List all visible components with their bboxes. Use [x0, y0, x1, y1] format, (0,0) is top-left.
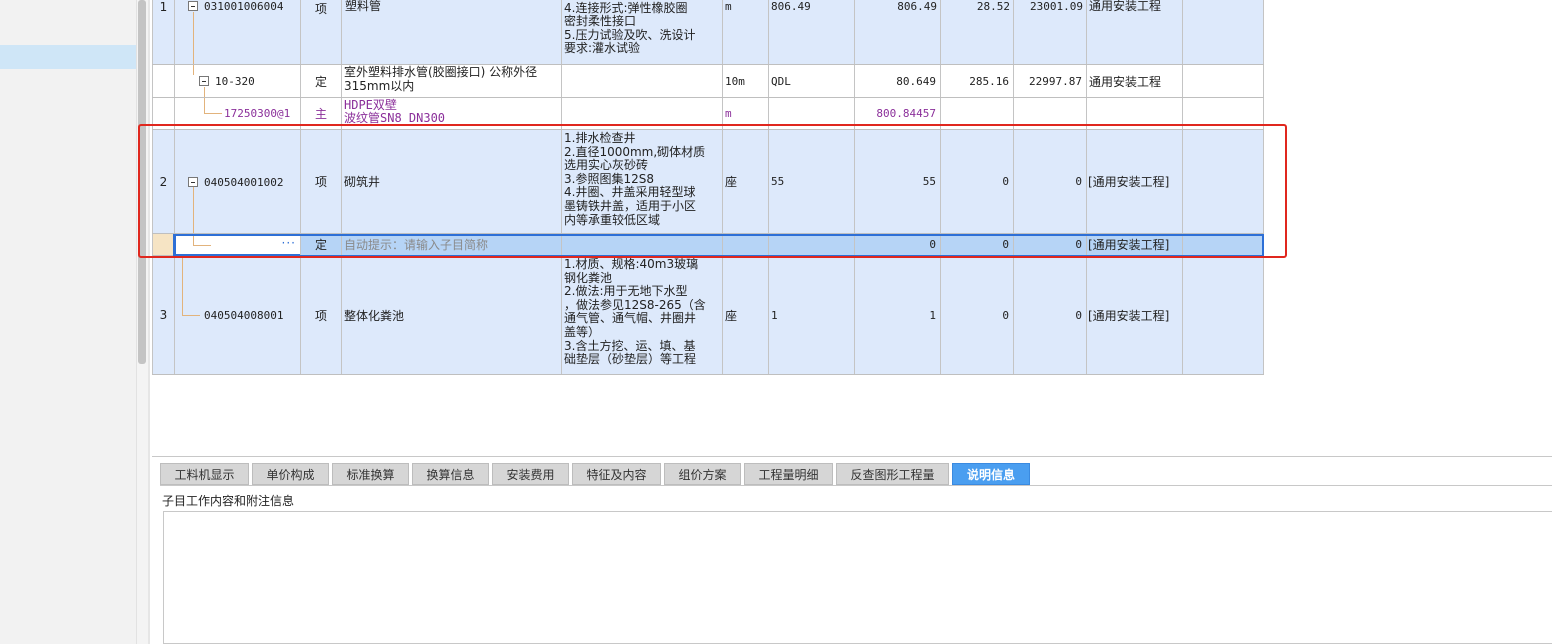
cell-discipline[interactable]: [通用安装工程]	[1086, 256, 1182, 374]
cell-unit-price: 28.52	[940, 0, 1013, 64]
cell-name[interactable]: 塑料管	[341, 0, 561, 64]
item-code: 040504008001	[204, 309, 284, 322]
collapse-icon[interactable]	[188, 1, 198, 11]
cell-total: 23001.09	[1013, 0, 1086, 64]
tree-line	[182, 256, 183, 315]
highlight-annotation-box	[138, 124, 1287, 258]
table-row[interactable]: 1 031001006004 项 塑料管 设铁管DN8 DN300 4.连接形式…	[152, 0, 1264, 65]
cell-code[interactable]: 10-320	[174, 65, 300, 97]
cell-extra[interactable]	[1182, 256, 1264, 374]
cell-unit[interactable]: m	[722, 0, 768, 64]
tab-description-info[interactable]: 说明信息	[952, 463, 1030, 485]
cell-no	[152, 65, 174, 97]
bottom-panel-separator[interactable]	[152, 456, 1552, 457]
cell-type: 项	[300, 256, 341, 374]
collapse-icon[interactable]	[199, 76, 209, 86]
tab-standard-conversion[interactable]: 标准换算	[332, 463, 409, 485]
item-code: 17250300@1	[224, 107, 291, 120]
panel-divider[interactable]	[148, 0, 150, 644]
cell-features[interactable]	[561, 65, 722, 97]
cell-type: 定	[300, 65, 341, 97]
cell-total: 0	[1013, 256, 1086, 374]
table-row[interactable]: 3 040504008001 项 整体化粪池 1.材质、规格:40m3玻璃 钢化…	[152, 256, 1264, 375]
cell-extra[interactable]	[1182, 65, 1264, 97]
cell-qty: 806.49	[854, 0, 940, 64]
cell-features[interactable]: 1.材质、规格:40m3玻璃 钢化粪池 2.做法:用于无地下水型 ，做法参见12…	[561, 256, 722, 374]
item-code: 10-320	[215, 75, 255, 88]
cell-total: 22997.87	[1013, 65, 1086, 97]
cell-unit-price: 285.16	[940, 65, 1013, 97]
cell-extra[interactable]	[1182, 0, 1264, 64]
tab-reverse-graphic-quantity[interactable]: 反查图形工程量	[836, 463, 949, 485]
cell-code[interactable]: 040504008001	[174, 256, 300, 374]
tab-installation-cost[interactable]: 安装费用	[492, 463, 569, 485]
cell-unit-price: 0	[940, 256, 1013, 374]
cell-type: 项	[300, 0, 341, 64]
tree-line	[204, 98, 205, 113]
tab-underline	[160, 485, 1552, 486]
cell-name[interactable]: 整体化粪池	[341, 256, 561, 374]
cell-qty-expr[interactable]: QDL	[768, 65, 854, 97]
tab-unit-price-composition[interactable]: 单价构成	[252, 463, 329, 485]
cell-qty: 80.649	[854, 65, 940, 97]
cell-name[interactable]: 室外塑料排水管(胶圈接口) 公称外径 315mm以内	[341, 65, 561, 97]
tab-conversion-info[interactable]: 换算信息	[412, 463, 489, 485]
tab-labor-material-machine[interactable]: 工料机显示	[160, 463, 249, 485]
item-code: 031001006004	[204, 0, 284, 13]
cell-no: 1	[152, 0, 174, 64]
tree-line	[204, 87, 205, 97]
info-textarea[interactable]	[163, 511, 1552, 644]
cell-qty: 1	[854, 256, 940, 374]
cell-unit[interactable]: 10m	[722, 65, 768, 97]
cell-features[interactable]: 设铁管DN8 DN300 4.连接形式:弹性橡胶圈 密封柔性接口 5.压力试验及…	[561, 0, 722, 64]
tree-line	[193, 65, 194, 75]
tree-line	[182, 315, 200, 316]
tab-features-content[interactable]: 特征及内容	[572, 463, 661, 485]
cell-no: 3	[152, 256, 174, 374]
cell-code[interactable]: 031001006004	[174, 0, 300, 64]
tab-quantity-detail[interactable]: 工程量明细	[744, 463, 833, 485]
cell-qty-expr[interactable]: 1	[768, 256, 854, 374]
tree-line	[204, 113, 222, 114]
cell-qty-expr[interactable]: 806.49	[768, 0, 854, 64]
left-panel-selected-item[interactable]	[0, 45, 136, 69]
cell-discipline[interactable]: 通用安装工程	[1086, 0, 1182, 64]
tree-line	[193, 12, 194, 64]
cell-unit[interactable]: 座	[722, 256, 768, 374]
tab-pricing-plan[interactable]: 组价方案	[664, 463, 741, 485]
left-panel	[0, 0, 136, 644]
info-section-title: 子目工作内容和附注信息	[162, 494, 295, 508]
table-row[interactable]: 10-320 定 室外塑料排水管(胶圈接口) 公称外径 315mm以内 10m …	[152, 65, 1264, 98]
cell-discipline[interactable]: 通用安装工程	[1086, 65, 1182, 97]
